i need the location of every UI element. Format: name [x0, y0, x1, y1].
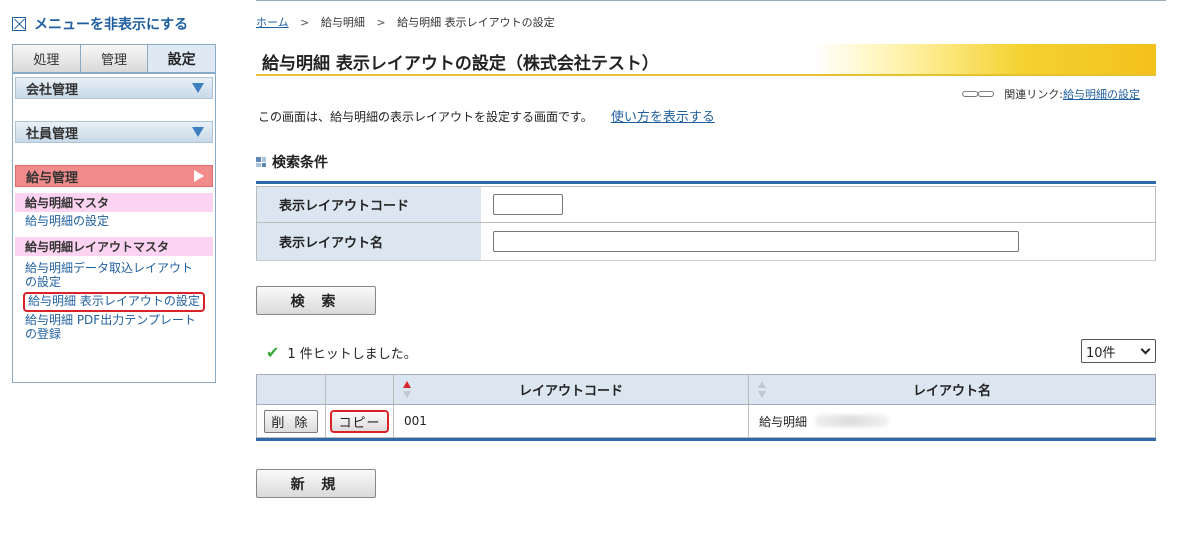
page-title: 給与明細 表示レイアウトの設定（株式会社テスト）: [262, 54, 659, 74]
related-link-payslip-settings[interactable]: 給与明細の設定: [1063, 86, 1140, 102]
header-layout-name[interactable]: レイアウト名: [749, 375, 1155, 404]
new-button[interactable]: 新 規: [256, 469, 376, 498]
sort-icon[interactable]: [402, 381, 412, 399]
tab-settings[interactable]: 設定: [148, 45, 216, 72]
link-chain-icon: ⊂⊃⊂⊃: [960, 86, 996, 102]
breadcrumb: ホーム > 給与明細 > 給与明細 表示レイアウトの設定: [256, 16, 555, 29]
breadcrumb-payslip: 給与明細: [320, 16, 365, 29]
name-label: 表示レイアウト名: [257, 223, 481, 260]
layout-code-input[interactable]: [493, 194, 563, 215]
breadcrumb-current: 給与明細 表示レイアウトの設定: [397, 16, 555, 29]
link-import-layout-settings[interactable]: 給与明細データ取込レイアウトの設定: [15, 256, 213, 290]
top-divider: [256, 0, 1166, 1]
howto-link[interactable]: 使い方を表示する: [611, 110, 715, 125]
search-section-heading: 検索条件: [256, 152, 328, 172]
triangle-down-icon: [192, 127, 204, 137]
section-square-icon: [256, 157, 266, 167]
group-company[interactable]: 会社管理: [15, 77, 213, 99]
hide-menu-toggle[interactable]: メニューを非表示にする: [12, 12, 216, 36]
breadcrumb-home[interactable]: ホーム: [256, 16, 289, 29]
results-table: レイアウトコード レイアウト名 削 除 コピー 001 給与明細: [256, 374, 1156, 441]
group-payroll[interactable]: 給与管理: [15, 165, 213, 187]
code-label: 表示レイアウトコード: [257, 187, 481, 222]
group-payroll-label: 給与管理: [26, 170, 79, 186]
triangle-down-icon: [192, 83, 204, 93]
copy-button[interactable]: コピー: [330, 409, 389, 433]
link-pdf-template[interactable]: 給与明細 PDF出力テンプレートの登録: [15, 312, 213, 342]
search-row-code: 表示レイアウトコード: [256, 186, 1156, 223]
triangle-right-icon: [194, 170, 204, 182]
tab-management[interactable]: 管理: [80, 45, 149, 72]
header-layout-code[interactable]: レイアウトコード: [394, 375, 749, 404]
link-payslip-settings[interactable]: 給与明細の設定: [15, 212, 213, 229]
checkmark-icon: ✔: [266, 343, 280, 362]
menu-tabs: 処理 管理 設定: [12, 44, 216, 73]
sub-heading-payslip-master: 給与明細マスタ: [15, 193, 213, 212]
related-label: 関連リンク:: [1004, 88, 1063, 101]
group-employee-label: 社員管理: [26, 126, 79, 142]
table-row: 削 除 コピー 001 給与明細: [256, 405, 1156, 438]
hit-count: ✔ 1 件ヒットしました。: [266, 343, 417, 362]
search-form: 表示レイアウトコード 表示レイアウト名: [256, 181, 1156, 261]
layout-name-input[interactable]: [493, 231, 1019, 252]
search-row-name: 表示レイアウト名: [256, 223, 1156, 260]
sub-heading-layout-master: 給与明細レイアウトマスタ: [15, 236, 213, 256]
link-display-layout-settings[interactable]: 給与明細 表示レイアウトの設定: [23, 292, 205, 313]
group-company-label: 会社管理: [26, 82, 79, 98]
sidebar: メニューを非表示にする 処理 管理 設定 会社管理 社員管理 給与管理 給与明細…: [12, 12, 216, 383]
chevron-down-icon: [1140, 344, 1151, 354]
redacted-text: [815, 415, 890, 427]
delete-button[interactable]: 削 除: [264, 409, 318, 433]
per-page-select[interactable]: 10件: [1081, 339, 1156, 363]
group-employee[interactable]: 社員管理: [15, 121, 213, 143]
cell-layout-code: 001: [394, 405, 749, 437]
sort-icon[interactable]: [757, 381, 767, 399]
page-title-bar: 給与明細 表示レイアウトの設定（株式会社テスト）: [256, 44, 1156, 76]
menu-panel: 会社管理 社員管理 給与管理 給与明細マスタ 給与明細の設定 給与明細レイアウト…: [12, 73, 216, 383]
page-description: この画面は、給与明細の表示レイアウトを設定する画面です。 使い方を表示する: [258, 110, 715, 125]
tab-processing[interactable]: 処理: [13, 45, 81, 72]
hide-menu-label: メニューを非表示にする: [34, 17, 189, 33]
close-box-icon: [12, 17, 26, 31]
cell-layout-name: 給与明細: [749, 405, 1155, 437]
table-header: レイアウトコード レイアウト名: [256, 374, 1156, 405]
related-links: ⊂⊃⊂⊃ 関連リンク: 給与明細の設定: [961, 86, 1140, 102]
search-button[interactable]: 検 索: [256, 286, 376, 315]
